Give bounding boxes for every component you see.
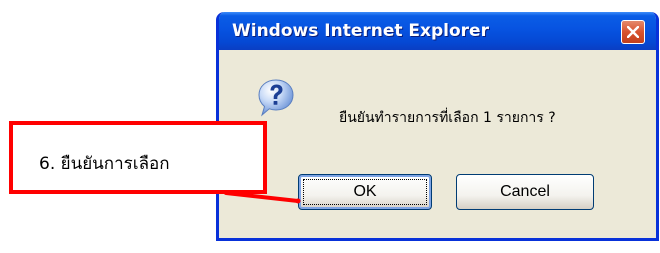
annotation-callout: 6. ยืนยันการเลือก <box>9 121 267 194</box>
annotation-text: 6. ยืนยันการเลือก <box>39 154 170 174</box>
